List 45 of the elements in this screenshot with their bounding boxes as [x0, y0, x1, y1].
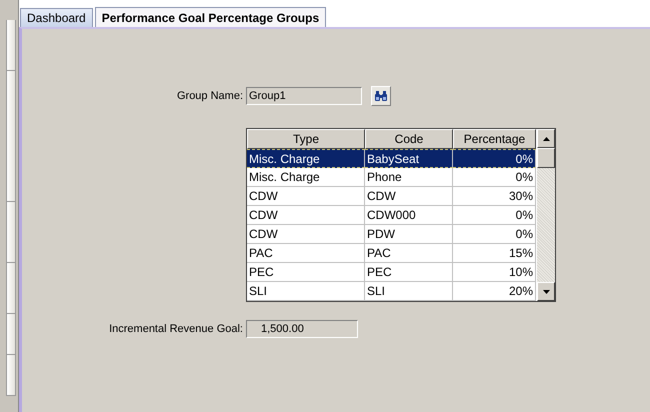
- table-cell[interactable]: CDW: [247, 187, 365, 206]
- tab[interactable]: Performance Goal Percentage Groups: [94, 7, 326, 27]
- table-cell[interactable]: PAC: [365, 244, 453, 263]
- revenue-goal-field[interactable]: 1,500.00: [246, 320, 358, 338]
- down-arrow-icon: [542, 290, 550, 294]
- table-cell[interactable]: 0%: [453, 149, 536, 168]
- column-header[interactable]: Percentage: [453, 129, 536, 149]
- scroll-thumb[interactable]: [537, 148, 555, 168]
- table-cell[interactable]: SLI: [247, 282, 365, 301]
- scrollbar[interactable]: [537, 129, 555, 301]
- side-panel-tab[interactable]: [6, 263, 16, 314]
- tab[interactable]: Dashboard: [20, 8, 93, 27]
- table-cell[interactable]: PAC: [247, 244, 365, 263]
- side-panel-tab[interactable]: [6, 20, 16, 71]
- side-panel-tab[interactable]: [6, 71, 16, 202]
- table-cell[interactable]: CDW: [247, 206, 365, 225]
- binoculars-icon: [374, 90, 388, 102]
- table-cell[interactable]: PEC: [365, 263, 453, 282]
- side-panel-tab[interactable]: [6, 355, 16, 396]
- table-cell[interactable]: 30%: [453, 187, 536, 206]
- table-cell[interactable]: 10%: [453, 263, 536, 282]
- table-cell[interactable]: CDW000: [365, 206, 453, 225]
- table-cell[interactable]: 0%: [453, 225, 536, 244]
- table-cell[interactable]: 0%: [453, 168, 536, 187]
- table-cell[interactable]: PEC: [247, 263, 365, 282]
- table-cell[interactable]: CDW: [365, 187, 453, 206]
- side-panel-tab[interactable]: [6, 314, 16, 355]
- column-header[interactable]: Type: [247, 129, 365, 149]
- search-button[interactable]: [371, 86, 391, 106]
- table-cell[interactable]: Misc. Charge: [247, 168, 365, 187]
- table-cell[interactable]: 20%: [453, 282, 536, 301]
- up-arrow-icon: [542, 136, 550, 140]
- group-name-field[interactable]: Group1: [246, 87, 362, 105]
- table-cell[interactable]: CDW: [247, 225, 365, 244]
- table-cell[interactable]: 15%: [453, 244, 536, 263]
- table-cell[interactable]: Misc. Charge: [247, 149, 365, 168]
- table-cell[interactable]: 0%: [453, 206, 536, 225]
- table-cell[interactable]: Phone: [365, 168, 453, 187]
- table-cell[interactable]: BabySeat: [365, 149, 453, 168]
- column-header[interactable]: Code: [365, 129, 453, 149]
- table-cell[interactable]: SLI: [365, 282, 453, 301]
- field-label: Group Name:: [176, 90, 244, 102]
- field-label: Incremental Revenue Goal:: [108, 323, 244, 335]
- table-cell[interactable]: PDW: [365, 225, 453, 244]
- side-panel-tab[interactable]: [6, 202, 16, 263]
